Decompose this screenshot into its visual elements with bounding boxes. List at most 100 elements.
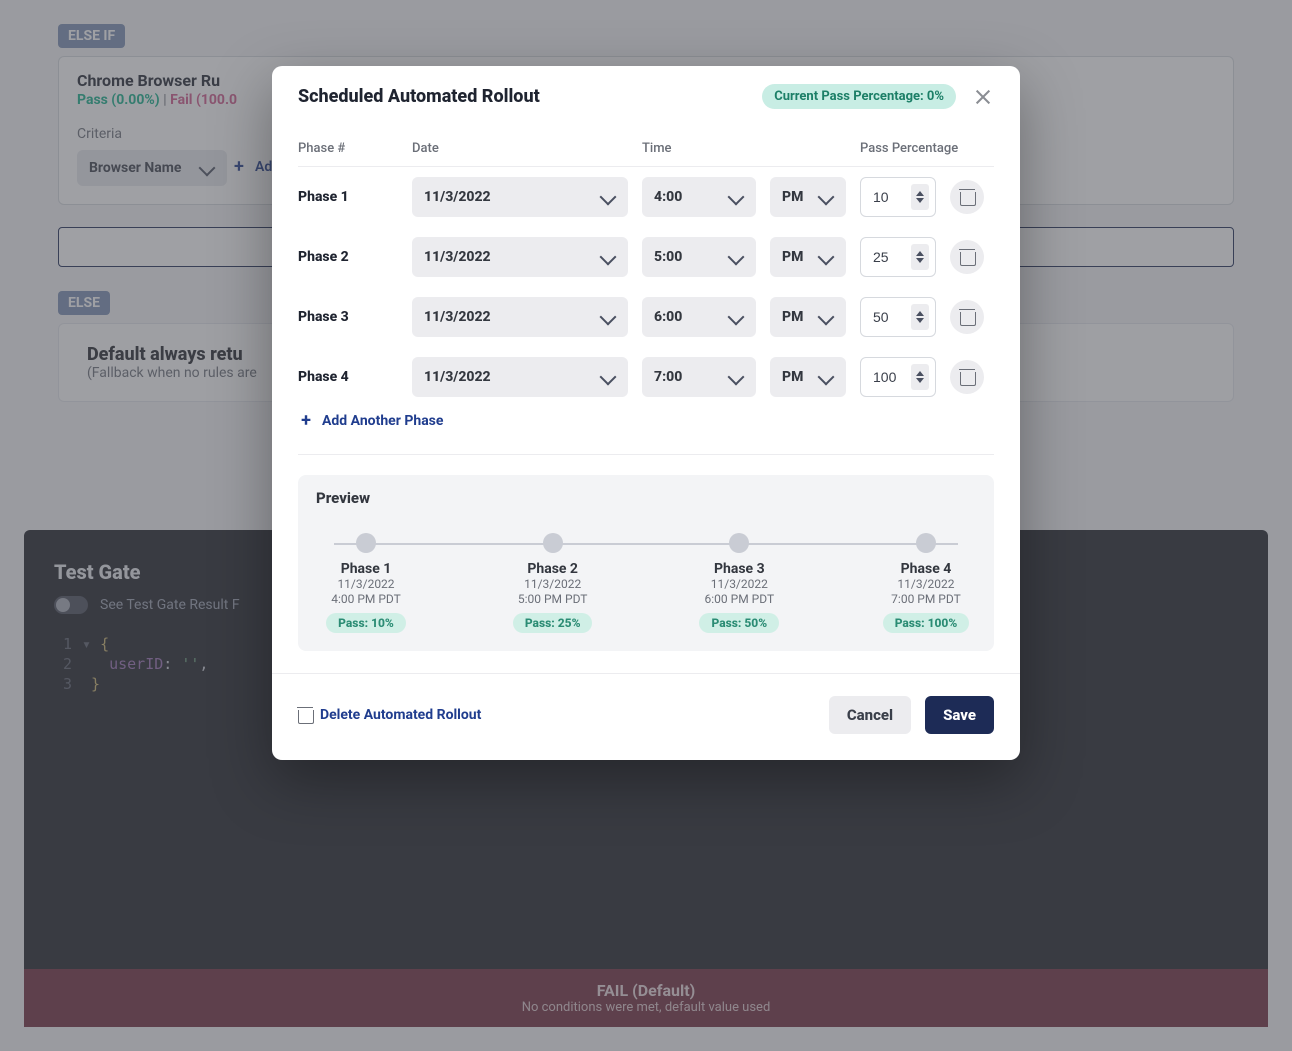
trash-icon <box>960 249 974 265</box>
preview-step-date: 11/3/2022 <box>337 577 394 592</box>
col-pct: Pass Percentage <box>860 141 984 156</box>
delete-phase-button[interactable] <box>950 240 984 274</box>
close-icon[interactable] <box>972 86 994 108</box>
preview-pass-pill: Pass: 25% <box>513 613 593 633</box>
phase-row: Phase 3 11/3/2022 6:00 PM <box>298 287 994 347</box>
chevron-down-icon <box>818 189 835 206</box>
time-select[interactable]: 7:00 <box>642 357 756 397</box>
ampm-value: PM <box>782 369 803 385</box>
add-phase-button[interactable]: + Add Another Phase <box>298 413 443 429</box>
number-stepper[interactable] <box>911 364 929 390</box>
preview-pass-pill: Pass: 10% <box>326 613 406 633</box>
scheduled-rollout-modal: Scheduled Automated Rollout Current Pass… <box>272 66 1020 760</box>
plus-icon: + <box>298 414 314 428</box>
preview-step-dot <box>729 533 749 553</box>
modal-footer: Delete Automated Rollout Cancel Save <box>272 673 1020 760</box>
phase-row: Phase 1 11/3/2022 4:00 PM <box>298 167 994 227</box>
chevron-down-icon <box>600 369 617 386</box>
preview-pass-pill: Pass: 50% <box>699 613 779 633</box>
preview-step-title: Phase 1 <box>341 561 392 577</box>
time-select[interactable]: 6:00 <box>642 297 756 337</box>
preview-step-date: 11/3/2022 <box>711 577 768 592</box>
preview-step-dot <box>543 533 563 553</box>
date-value: 11/3/2022 <box>424 249 491 265</box>
ampm-select[interactable]: PM <box>770 177 846 217</box>
preview-title: Preview <box>316 489 976 507</box>
number-stepper[interactable] <box>911 304 929 330</box>
preview-step-title: Phase 2 <box>527 561 578 577</box>
date-value: 11/3/2022 <box>424 309 491 325</box>
time-value: 5:00 <box>654 249 682 265</box>
time-select[interactable]: 5:00 <box>642 237 756 277</box>
trash-icon <box>960 369 974 385</box>
modal-body: Phase # Date Time Pass Percentage Phase … <box>272 131 1020 673</box>
phase-label: Phase 1 <box>298 189 398 205</box>
delete-phase-button[interactable] <box>950 180 984 214</box>
cancel-button[interactable]: Cancel <box>829 696 911 734</box>
ampm-select[interactable]: PM <box>770 357 846 397</box>
add-phase-label: Add Another Phase <box>322 413 443 429</box>
time-value: 7:00 <box>654 369 682 385</box>
pass-percentage-input[interactable] <box>873 189 907 205</box>
ampm-select[interactable]: PM <box>770 237 846 277</box>
chevron-down-icon <box>818 249 835 266</box>
chevron-down-icon <box>728 189 745 206</box>
number-stepper[interactable] <box>911 184 929 210</box>
number-stepper[interactable] <box>911 244 929 270</box>
pass-percentage-input[interactable] <box>873 309 907 325</box>
preview-steps: Phase 1 11/3/2022 4:00 PM PDT Pass: 10% … <box>316 533 976 633</box>
col-time: Time <box>642 141 756 156</box>
preview-step-time: 7:00 PM PDT <box>891 592 961 607</box>
pass-percentage-input-wrap <box>860 357 936 397</box>
delete-phase-button[interactable] <box>950 360 984 394</box>
chevron-down-icon <box>600 249 617 266</box>
chevron-down-icon <box>818 309 835 326</box>
date-select[interactable]: 11/3/2022 <box>412 237 628 277</box>
preview-step-time: 6:00 PM PDT <box>705 592 775 607</box>
pass-percentage-input[interactable] <box>873 369 907 385</box>
phase-label: Phase 3 <box>298 309 398 325</box>
delete-rollout-button[interactable]: Delete Automated Rollout <box>298 707 481 723</box>
preview-step-time: 4:00 PM PDT <box>331 592 401 607</box>
delete-phase-button[interactable] <box>950 300 984 334</box>
modal-overlay: Scheduled Automated Rollout Current Pass… <box>0 0 1292 1051</box>
preview-step-dot <box>916 533 936 553</box>
date-select[interactable]: 11/3/2022 <box>412 297 628 337</box>
date-value: 11/3/2022 <box>424 189 491 205</box>
time-select[interactable]: 4:00 <box>642 177 756 217</box>
chevron-down-icon <box>600 189 617 206</box>
ampm-select[interactable]: PM <box>770 297 846 337</box>
trash-icon <box>960 189 974 205</box>
modal-header: Scheduled Automated Rollout Current Pass… <box>272 66 1020 131</box>
phase-label: Phase 2 <box>298 249 398 265</box>
pass-percentage-input-wrap <box>860 297 936 337</box>
save-button[interactable]: Save <box>925 696 994 734</box>
preview-panel: Preview Phase 1 11/3/2022 4:00 PM PDT Pa… <box>298 475 994 651</box>
preview-step-dot <box>356 533 376 553</box>
current-pass-pill: Current Pass Percentage: 0% <box>762 84 956 109</box>
col-date: Date <box>412 141 628 156</box>
phase-label: Phase 4 <box>298 369 398 385</box>
preview-step: Phase 3 11/3/2022 6:00 PM PDT Pass: 50% <box>689 533 789 633</box>
date-select[interactable]: 11/3/2022 <box>412 177 628 217</box>
trash-icon <box>960 309 974 325</box>
preview-step-time: 5:00 PM PDT <box>518 592 588 607</box>
phase-row: Phase 2 11/3/2022 5:00 PM <box>298 227 994 287</box>
chevron-down-icon <box>728 369 745 386</box>
preview-step-title: Phase 4 <box>901 561 952 577</box>
chevron-down-icon <box>728 249 745 266</box>
preview-step: Phase 4 11/3/2022 7:00 PM PDT Pass: 100% <box>876 533 976 633</box>
ampm-value: PM <box>782 249 803 265</box>
date-select[interactable]: 11/3/2022 <box>412 357 628 397</box>
pass-percentage-input-wrap <box>860 177 936 217</box>
preview-line <box>334 543 958 545</box>
date-value: 11/3/2022 <box>424 369 491 385</box>
trash-icon <box>298 707 312 723</box>
pass-percentage-input-wrap <box>860 237 936 277</box>
ampm-value: PM <box>782 309 803 325</box>
col-phase: Phase # <box>298 141 398 156</box>
time-value: 4:00 <box>654 189 682 205</box>
preview-step: Phase 1 11/3/2022 4:00 PM PDT Pass: 10% <box>316 533 416 633</box>
delete-rollout-label: Delete Automated Rollout <box>320 707 481 723</box>
pass-percentage-input[interactable] <box>873 249 907 265</box>
